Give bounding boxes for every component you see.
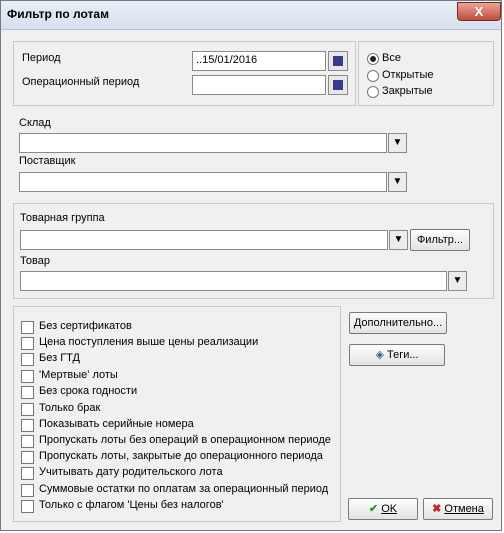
radio-open-label: Открытые: [382, 69, 434, 81]
option-label: Пропускать лоты без операций в операцион…: [39, 434, 331, 446]
product-group: Товарная группа ▼ Фильтр... Товар ▼: [13, 203, 494, 299]
tag-icon: ◈: [375, 349, 384, 361]
supplier-dropdown-button[interactable]: ▼: [388, 172, 407, 192]
status-group: Все Открытые Закрытые: [358, 41, 494, 106]
filter-dialog: Фильтр по лотам X Период ..15/01/2016 Оп…: [0, 0, 502, 531]
checkbox-box: [21, 337, 34, 350]
cancel-x-icon: ✖: [432, 503, 442, 515]
additional-button[interactable]: Дополнительно...: [349, 312, 447, 334]
option-label: Без ГТД: [39, 352, 80, 364]
option-label: Пропускать лоты, закрытые до операционно…: [39, 450, 323, 462]
radio-all-label: Все: [382, 52, 401, 64]
warehouse-label: Склад: [19, 117, 51, 129]
options-group: Без сертификатов Цена поступления выше ц…: [13, 306, 341, 522]
option-label: Суммовые остатки по оплатам за операцион…: [39, 483, 329, 495]
tags-button-label: Теги...: [386, 349, 419, 361]
radio-closed-dot: [367, 86, 379, 98]
checkbox-box: [21, 419, 34, 432]
option-label: 'Мертвые' лоты: [39, 369, 118, 381]
checkbox-box: [21, 451, 34, 464]
period-label: Период: [22, 52, 61, 64]
checkbox-box: [21, 353, 34, 366]
option-label: Только с флагом 'Цены без налогов': [39, 499, 224, 511]
product-group-dropdown-button[interactable]: ▼: [389, 230, 408, 250]
close-button[interactable]: X: [457, 2, 501, 21]
supplier-label: Поставщик: [19, 155, 76, 167]
checkbox-box: [21, 467, 34, 480]
option-label: Без срока годности: [39, 385, 138, 397]
checkbox-box: [21, 386, 34, 399]
radio-closed-label: Закрытые: [382, 85, 433, 97]
checkbox-box: [21, 435, 34, 448]
radio-open-dot: [367, 70, 379, 82]
product-group-label: Товарная группа: [20, 212, 105, 224]
op-period-input[interactable]: [192, 75, 326, 95]
product-dropdown-button[interactable]: ▼: [448, 271, 467, 291]
titlebar: Фильтр по лотам X: [1, 1, 501, 30]
supplier-select[interactable]: [19, 172, 387, 192]
product-group-select[interactable]: [20, 230, 388, 250]
checkbox-box: [21, 403, 34, 416]
checkbox-box: [21, 484, 34, 497]
product-group-filter-button[interactable]: Фильтр...: [410, 229, 470, 251]
cancel-label: Отмена: [444, 503, 484, 515]
ok-label: OK: [381, 503, 398, 515]
period-input[interactable]: ..15/01/2016: [192, 51, 326, 71]
period-group: Период ..15/01/2016 Операционный период: [13, 41, 356, 106]
checkbox-box: [21, 500, 34, 513]
op-period-calendar-button[interactable]: [328, 75, 348, 95]
check-icon: ✔: [368, 503, 379, 515]
warehouse-select[interactable]: [19, 133, 387, 153]
op-period-label: Операционный период: [22, 76, 140, 88]
option-label: Учитывать дату родительского лота: [39, 466, 223, 478]
option-label: Показывать серийные номера: [39, 418, 194, 430]
checkbox-box: [21, 370, 34, 383]
product-label: Товар: [20, 255, 50, 267]
window-title: Фильтр по лотам: [7, 7, 109, 21]
tags-button[interactable]: ◈ Теги...: [349, 344, 445, 366]
checkbox-box: [21, 321, 34, 334]
period-calendar-button[interactable]: [328, 51, 348, 71]
ok-button[interactable]: ✔ OK: [348, 498, 418, 520]
option-label: Только брак: [39, 402, 101, 414]
option-label: Цена поступления выше цены реализации: [39, 336, 259, 348]
radio-all-dot: [367, 53, 379, 65]
option-label: Без сертификатов: [39, 320, 132, 332]
warehouse-dropdown-button[interactable]: ▼: [388, 133, 407, 153]
product-select[interactable]: [20, 271, 447, 291]
cancel-button[interactable]: ✖ Отмена: [423, 498, 493, 520]
